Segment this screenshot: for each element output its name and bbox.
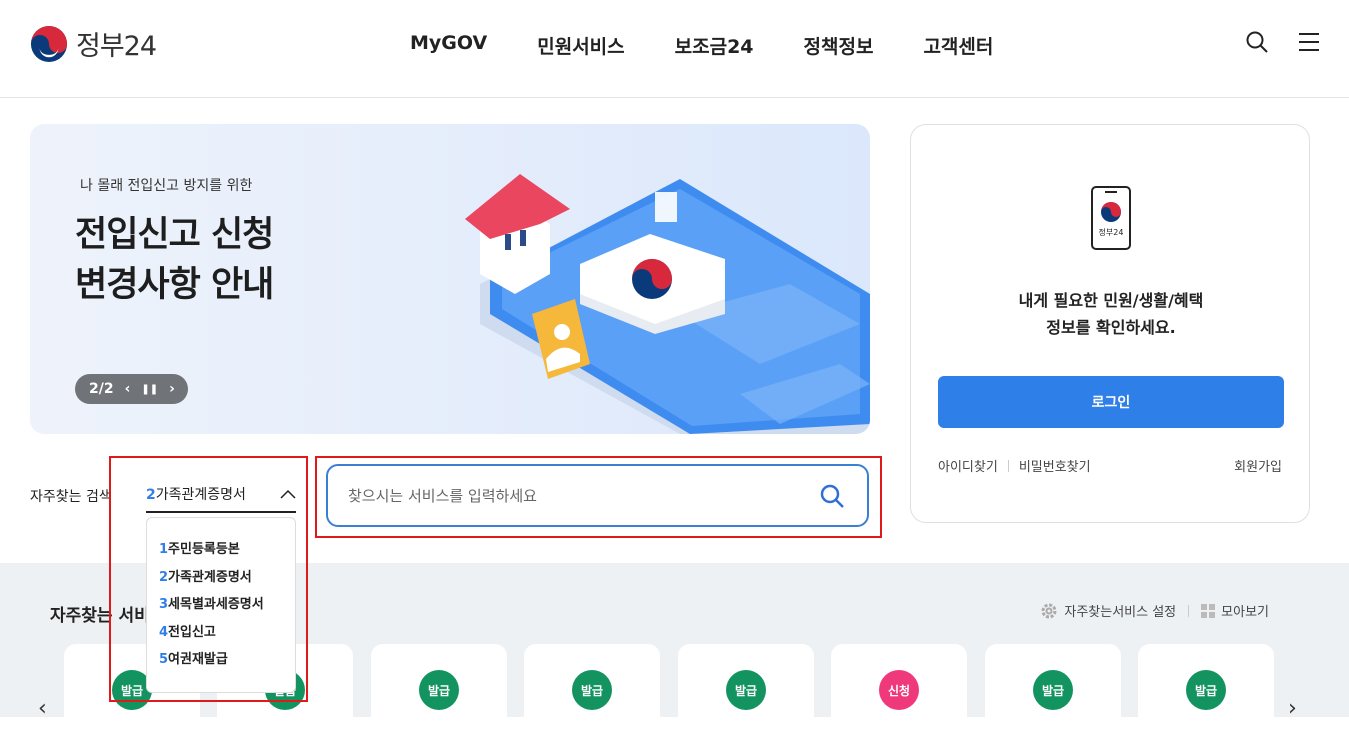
find-id-link[interactable]: 아이디찾기	[938, 456, 998, 475]
logo-text: 정부24	[76, 31, 157, 62]
grid-icon	[1201, 603, 1216, 618]
find-password-link[interactable]: 비밀번호찾기	[1019, 456, 1091, 475]
login-card: 정부24 내게 필요한 민원/생활/혜택 정보를 확인하세요. 로그인 아이디찾…	[910, 124, 1310, 523]
banner-title: 전입신고 신청 변경사항 안내	[75, 210, 274, 310]
service-card[interactable]: 발급	[1138, 644, 1274, 734]
item-text: 주민등록등본	[168, 542, 240, 557]
section-title: 자주찾는 서비	[50, 606, 150, 626]
dropdown-item[interactable]: 5여권재발급	[147, 648, 295, 676]
service-badge: 발급	[572, 670, 612, 710]
carousel-prev-icon[interactable]: ‹	[38, 696, 47, 721]
next-slide-icon[interactable]: ›	[169, 381, 175, 397]
favorite-search-label: 자주찾는 검색	[30, 489, 112, 505]
banner-title-line2: 변경사항 안내	[75, 265, 274, 305]
banner-subtitle: 나 몰래 전입신고 방지를 위한	[80, 178, 253, 194]
service-badge: 발급	[726, 670, 766, 710]
main-nav: MyGOV 민원서비스 보조금24 정책정보 고객센터	[410, 32, 1043, 59]
search-icon[interactable]	[1245, 30, 1269, 54]
item-text: 가족관계증명서	[168, 569, 252, 585]
service-badge: 발급	[419, 670, 459, 710]
banner-page-indicator: 2/2	[89, 381, 114, 397]
favorite-search-dropdown: 1주민등록등본 2가족관계증명서 3세목별과세증명서 4전입신고 5여권재발급	[146, 517, 296, 693]
site-header: 정부24 MyGOV 민원서비스 보조금24 정책정보 고객센터	[0, 0, 1349, 98]
header-tools	[1245, 30, 1321, 54]
view-all-label: 모아보기	[1221, 605, 1269, 620]
mobile-app-icon: 정부24	[1091, 186, 1131, 250]
service-card[interactable]: 발급	[371, 644, 507, 734]
service-badge: 발급	[1186, 670, 1226, 710]
gear-icon	[1041, 603, 1057, 618]
banner-title-line1: 전입신고 신청	[75, 215, 274, 255]
item-rank: 2	[159, 569, 169, 585]
dropdown-item[interactable]: 4전입신고	[147, 621, 295, 649]
service-settings-label: 자주찾는서비스 설정	[1064, 605, 1177, 620]
service-badge: 신청	[879, 670, 919, 710]
pause-icon[interactable]: ❚❚	[141, 384, 158, 395]
service-card[interactable]: 발급	[985, 644, 1121, 734]
section-tools: 자주찾는서비스 설정 모아보기	[1040, 601, 1269, 620]
main-search-box	[326, 464, 869, 527]
favorite-search-select[interactable]: 2가족관계증명서	[146, 477, 296, 513]
favorite-search-selected: 2가족관계증명서	[146, 484, 246, 504]
prev-slide-icon[interactable]: ‹	[125, 381, 131, 397]
service-card[interactable]: 발급	[524, 644, 660, 734]
signup-link[interactable]: 회원가입	[1234, 456, 1282, 475]
carousel-next-icon[interactable]: ›	[1288, 696, 1297, 721]
phone-house-illustration	[465, 174, 870, 434]
search-input[interactable]	[348, 480, 808, 512]
item-text: 여권재발급	[168, 652, 228, 667]
site-logo[interactable]: 정부24	[30, 24, 157, 63]
chevron-up-icon	[280, 489, 296, 499]
login-message-line2: 정보를 확인하세요.	[1046, 318, 1176, 337]
item-rank: 3	[159, 597, 169, 612]
item-text: 세목별과세증명서	[168, 597, 264, 612]
nav-mygov[interactable]: MyGOV	[410, 32, 487, 59]
item-rank: 1	[159, 542, 169, 557]
main-banner[interactable]: 나 몰래 전입신고 방지를 위한 전입신고 신청 변경사항 안내 2/2 ‹ ❚…	[30, 124, 870, 434]
menu-icon[interactable]	[1297, 30, 1321, 54]
nav-customer-center[interactable]: 고객센터	[923, 32, 993, 59]
phone-label: 정부24	[1099, 227, 1124, 237]
item-rank: 4	[159, 624, 169, 640]
dropdown-item[interactable]: 1주민등록등본	[147, 538, 295, 566]
nav-subsidy[interactable]: 보조금24	[675, 32, 754, 59]
selected-rank: 2	[146, 487, 156, 503]
view-all-button[interactable]: 모아보기	[1201, 601, 1269, 620]
service-settings-button[interactable]: 자주찾는서비스 설정	[1040, 601, 1176, 620]
login-message: 내게 필요한 민원/생활/혜택 정보를 확인하세요.	[911, 287, 1311, 341]
item-rank: 5	[159, 652, 169, 667]
service-card[interactable]: 신청	[831, 644, 967, 734]
divider	[1007, 459, 1009, 472]
nav-civil-service[interactable]: 민원서비스	[537, 32, 624, 59]
taegeuk-logo-icon	[30, 25, 68, 62]
divider	[1188, 604, 1190, 617]
dropdown-item[interactable]: 2가족관계증명서	[147, 566, 295, 594]
dropdown-item[interactable]: 3세목별과세증명서	[147, 593, 295, 621]
service-badge: 발급	[1033, 670, 1073, 710]
nav-policy-info[interactable]: 정책정보	[804, 32, 874, 59]
banner-controls: 2/2 ‹ ❚❚ ›	[75, 374, 188, 404]
selected-keyword: 가족관계증명서	[155, 487, 246, 503]
item-text: 전입신고	[168, 624, 216, 640]
service-card[interactable]: 발급	[678, 644, 814, 734]
login-button[interactable]: 로그인	[938, 376, 1284, 428]
login-message-line1: 내게 필요한 민원/생활/혜택	[1018, 291, 1204, 310]
account-links: 아이디찾기 비밀번호찾기	[938, 456, 1091, 475]
search-submit-icon[interactable]	[819, 483, 845, 509]
